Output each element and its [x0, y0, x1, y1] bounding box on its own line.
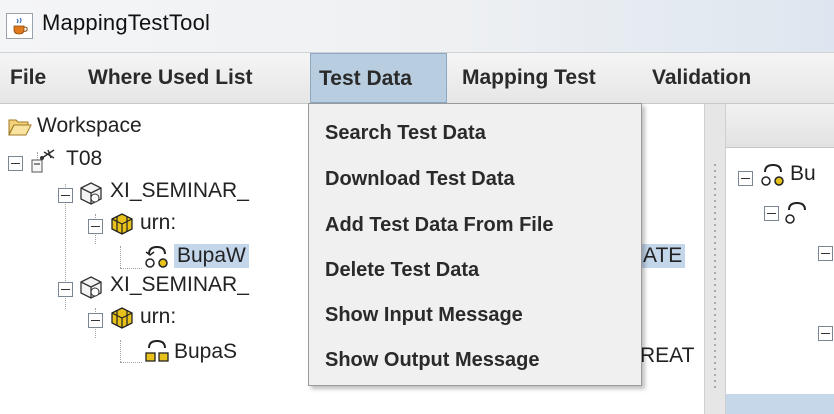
collapse-toggle[interactable]: [818, 326, 833, 341]
tree-mapping-2-tail: REAT: [640, 344, 695, 367]
menu-mapping-test[interactable]: Mapping Test: [462, 53, 596, 103]
tree-mapping-1[interactable]: BupaW: [174, 244, 249, 268]
collapse-toggle[interactable]: [764, 206, 779, 221]
tree-swc-1[interactable]: XI_SEMINAR_: [110, 179, 249, 203]
right-tree-node[interactable]: Bu: [790, 162, 816, 186]
mapping-icon: [144, 338, 170, 369]
menu-item-show-input-message[interactable]: Show Input Message: [325, 304, 523, 327]
collapse-toggle[interactable]: [8, 156, 23, 171]
mapping-icon: [760, 162, 786, 193]
selection-strip: [726, 394, 834, 414]
test-data-dropdown-menu: Search Test Data Download Test Data Add …: [308, 103, 642, 386]
window-title: MappingTestTool: [42, 10, 211, 35]
panel-header: [726, 104, 834, 148]
menu-item-add-test-data-from-file[interactable]: Add Test Data From File: [325, 214, 554, 237]
mapping-icon: [784, 200, 810, 231]
folder-open-icon: [8, 117, 32, 142]
menu-where-used-list[interactable]: Where Used List: [88, 53, 253, 103]
menu-validation[interactable]: Validation: [652, 53, 751, 103]
split-pane-divider[interactable]: [704, 104, 726, 414]
tree-namespace-1[interactable]: urn:: [140, 211, 176, 235]
menu-item-show-output-message[interactable]: Show Output Message: [325, 349, 539, 372]
collapse-toggle[interactable]: [738, 171, 753, 186]
tree-workspace[interactable]: Workspace: [37, 114, 142, 138]
menu-item-search-test-data[interactable]: Search Test Data: [325, 122, 486, 145]
title-bar: MappingTestTool: [0, 0, 834, 53]
java-cup-icon: [6, 13, 33, 39]
menu-item-delete-test-data[interactable]: Delete Test Data: [325, 259, 479, 282]
collapse-toggle[interactable]: [58, 282, 73, 297]
tree-namespace-2[interactable]: urn:: [140, 305, 176, 329]
tree-mapping-2[interactable]: BupaS: [174, 340, 237, 364]
collapse-toggle[interactable]: [818, 246, 833, 261]
tree-system-t08[interactable]: T08: [66, 147, 102, 171]
detail-tree-panel: Bu: [726, 104, 834, 414]
menu-bar: File Where Used List Test Data Mapping T…: [0, 53, 834, 104]
tree-mapping-1-tail: ATE: [640, 244, 686, 268]
collapse-toggle[interactable]: [88, 313, 103, 328]
collapse-toggle[interactable]: [88, 219, 103, 234]
menu-file[interactable]: File: [10, 53, 46, 103]
software-component-icon: [78, 180, 104, 211]
collapse-toggle[interactable]: [58, 188, 73, 203]
namespace-icon: [110, 306, 134, 335]
namespace-icon: [110, 212, 134, 241]
software-component-icon: [78, 274, 104, 305]
menu-test-data[interactable]: Test Data: [310, 53, 447, 103]
tree-swc-2[interactable]: XI_SEMINAR_: [110, 273, 249, 297]
menu-item-download-test-data[interactable]: Download Test Data: [325, 168, 515, 191]
system-icon: [28, 148, 60, 181]
mapping-icon: [144, 244, 170, 275]
